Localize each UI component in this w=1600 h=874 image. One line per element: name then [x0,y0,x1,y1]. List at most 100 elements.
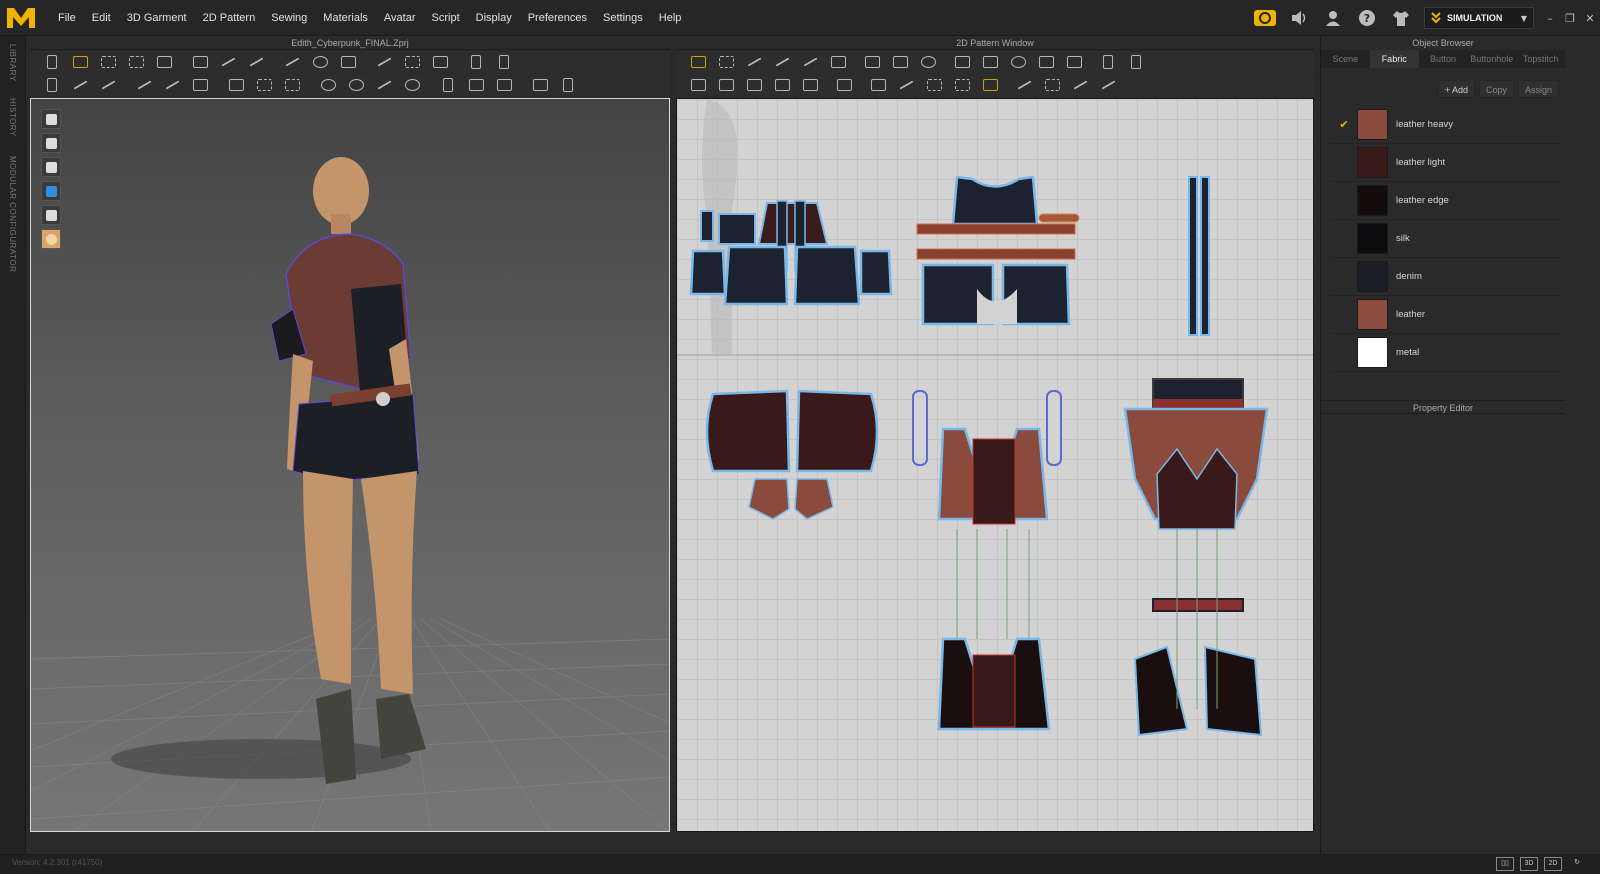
fabric-item[interactable]: leather edge [1331,182,1563,220]
rotate-pattern-tool-icon[interactable] [684,75,712,95]
segment-sewing-tool-icon[interactable] [222,75,250,95]
curvature-tool-icon[interactable] [796,52,824,72]
fabric-item[interactable]: ✔ leather heavy [1331,106,1563,144]
measure-tool-icon[interactable] [398,52,426,72]
puckering-tool-icon[interactable] [398,75,426,95]
zigzag-topstitch-tool-icon[interactable] [1066,75,1094,95]
display-texture-icon[interactable] [41,181,61,201]
display-pattern-icon[interactable] [41,133,61,153]
button-tool-icon[interactable] [278,75,306,95]
tab-scene[interactable]: Scene [1321,50,1370,68]
pen-tool-icon[interactable] [66,75,94,95]
cloud-sync-icon[interactable] [1248,0,1282,36]
tab-library[interactable]: LIBRARY [8,44,17,82]
transform-tool-icon[interactable] [150,52,178,72]
menu-avatar[interactable]: Avatar [376,0,424,36]
rectangle-tool-icon[interactable] [886,52,914,72]
line-topstitch-tool-icon[interactable] [1094,75,1122,95]
add-fabric-button[interactable]: + Add [1437,80,1475,98]
tab-button[interactable]: Button [1419,50,1468,68]
help-icon[interactable]: ? [1350,0,1384,36]
pose-tool-icon[interactable] [38,75,66,95]
trace-tool-icon[interactable] [186,75,214,95]
tab-fabric[interactable]: Fabric [1369,50,1419,68]
menu-materials[interactable]: Materials [315,0,376,36]
buttonhole-tool-icon[interactable] [314,75,342,95]
minimize-icon[interactable]: – [1540,0,1560,36]
select-move-tool-icon[interactable] [38,52,66,72]
menu-preferences[interactable]: Preferences [520,0,595,36]
free-topstitch-tool-icon[interactable] [1038,75,1066,95]
tack-2d-tool-icon[interactable] [976,75,1004,95]
zipper-tool-icon[interactable] [370,75,398,95]
menu-sewing[interactable]: Sewing [263,0,315,36]
sewing-check-tool-icon[interactable] [830,75,858,95]
view-3d-button[interactable]: 3D [1520,857,1538,871]
menu-help[interactable]: Help [651,0,690,36]
menu-display[interactable]: Display [468,0,520,36]
fabric-item[interactable]: denim [1331,258,1563,296]
add-point-tool-icon[interactable] [768,52,796,72]
display-avatar-icon[interactable] [41,157,61,177]
edit-pattern-tool-icon[interactable] [712,52,740,72]
display-garment-icon[interactable] [41,109,61,129]
tab-history[interactable]: HISTORY [8,98,17,137]
free-sew-2d-tool-icon[interactable] [892,75,920,95]
trace-pattern-tool-icon[interactable] [1060,52,1088,72]
fabric-item[interactable]: leather light [1331,144,1563,182]
slash-spread-tool-icon[interactable] [824,52,852,72]
circle-tool-icon[interactable] [914,52,942,72]
refresh-icon[interactable]: ↻ [1568,857,1586,871]
transform-pattern-tool-icon[interactable] [684,52,712,72]
garment-fit-tool-icon[interactable] [334,52,362,72]
dart-tool-icon[interactable] [1032,52,1060,72]
topstitch-2d-tool-icon[interactable] [1010,75,1038,95]
display-skin-icon[interactable] [41,229,61,249]
viewport-2d[interactable] [676,98,1314,832]
menu-3d-garment[interactable]: 3D Garment [119,0,195,36]
marvelous-logo-icon[interactable] [5,4,37,32]
tab-buttonhole[interactable]: Buttonhole [1467,50,1516,68]
viewport-3d[interactable] [30,98,670,832]
check-sewing-length-tool-icon[interactable] [948,75,976,95]
piping-tool-icon[interactable] [462,75,490,95]
tab-modular-configurator[interactable]: MODULAR CONFIGURATOR [8,156,17,272]
strap-tool-icon[interactable] [370,52,398,72]
scissors-tool-icon[interactable] [158,75,186,95]
topstitch-tool-icon[interactable] [434,75,462,95]
menu-edit[interactable]: Edit [84,0,119,36]
user-icon[interactable] [1316,0,1350,36]
brush-tool-icon[interactable] [94,75,122,95]
fabric-item[interactable]: silk [1331,220,1563,258]
marquee-tool-icon[interactable] [122,52,150,72]
unfold-tool-icon[interactable] [740,75,768,95]
simulation-mode-dropdown[interactable]: SIMULATION ▼ [1424,7,1534,29]
display-shading-icon[interactable] [41,205,61,225]
split-view-icon[interactable]: ▯▯ [1496,857,1514,871]
edit-curve-tool-icon[interactable] [214,52,242,72]
pin-tool-icon[interactable] [278,52,306,72]
close-icon[interactable]: ✕ [1580,0,1600,36]
trim-tool-icon[interactable] [490,75,518,95]
fabric-item[interactable]: metal [1331,334,1563,372]
avatar-tool-icon[interactable] [462,52,490,72]
internal-rectangle-tool-icon[interactable] [976,52,1004,72]
menu-settings[interactable]: Settings [595,0,651,36]
view-2d-button[interactable]: 2D [1544,857,1562,871]
flip-tool-icon[interactable] [796,75,824,95]
internal-circle-tool-icon[interactable] [1004,52,1032,72]
fold-pattern-tool-icon[interactable] [712,75,740,95]
arrange-tool-icon[interactable] [426,52,454,72]
texture-tool-icon[interactable] [554,75,582,95]
cut-tool-icon[interactable] [130,75,158,95]
edit-curvature-tool-icon[interactable] [242,52,270,72]
menu-script[interactable]: Script [424,0,468,36]
arrangement-point-tool-icon[interactable] [490,52,518,72]
tab-topstitch[interactable]: Topstitch [1516,50,1565,68]
box-select-tool-icon[interactable] [94,52,122,72]
m-n-sew-tool-icon[interactable] [920,75,948,95]
copy-fabric-button[interactable]: Copy [1478,80,1514,98]
seam-allowance-tool-icon[interactable] [1122,52,1150,72]
polygon-tool-icon[interactable] [858,52,886,72]
tack-tool-icon[interactable] [306,52,334,72]
